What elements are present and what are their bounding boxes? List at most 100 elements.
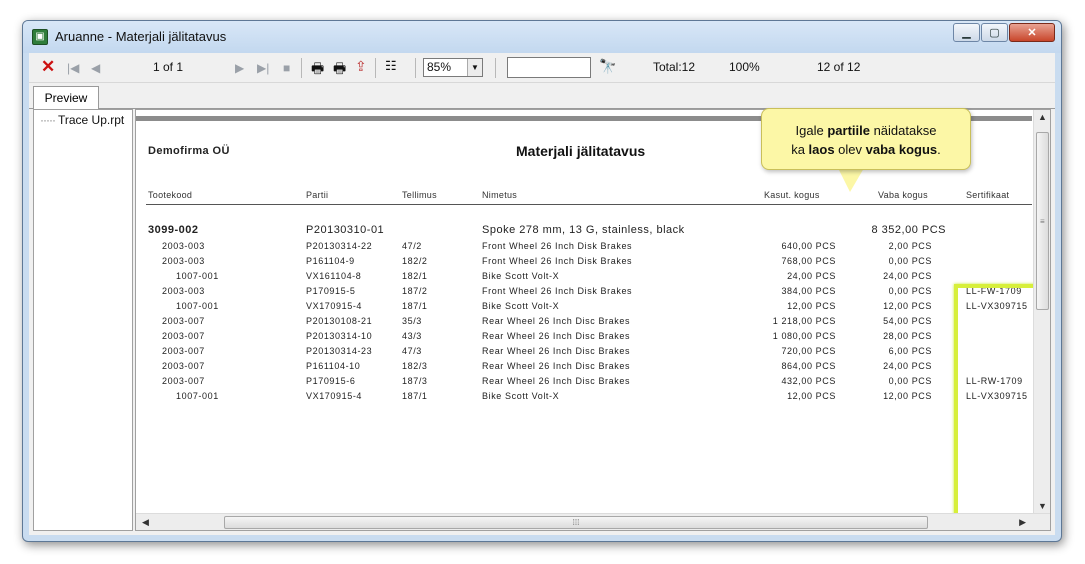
row-batch: P170915-6	[306, 376, 356, 386]
row-used-qty: 384,00 PCS	[781, 286, 836, 296]
row-batch: P20130108-21	[306, 316, 373, 326]
row-used-qty: 1 218,00 PCS	[772, 316, 836, 326]
last-page-icon: ▶|	[257, 61, 270, 75]
record-count: 12 of 12	[817, 60, 861, 74]
main-product-code: 3099-002	[148, 224, 199, 236]
row-name: Bike Scott Volt-X	[482, 301, 560, 311]
row-free-qty: 24,00 PCS	[883, 361, 932, 371]
row-free-qty: 0,00 PCS	[888, 286, 932, 296]
printer-icon: 🖶	[311, 60, 325, 76]
chevron-down-icon[interactable]: ▼	[467, 59, 482, 76]
stop-icon: ■	[283, 61, 291, 75]
row-product-code: 2003-007	[162, 376, 205, 386]
toolbar: ✕ |◀ ◀ 1 of 1 ▶ ▶| ■ 🖶 🖶 ⇪ ☷ 85% ▼ 🔭 Tot…	[29, 53, 1055, 83]
maximize-button[interactable]: ▢	[981, 23, 1008, 42]
row-order: 187/2	[402, 286, 428, 296]
row-batch: VX161104-8	[306, 271, 362, 281]
col-header-batch: Partii	[306, 190, 329, 200]
next-page-button[interactable]: ▶	[235, 61, 244, 75]
tab-bar: Preview	[29, 83, 1055, 110]
scroll-right-icon[interactable]: ▶	[1019, 517, 1026, 528]
first-page-button[interactable]: |◀	[67, 61, 79, 75]
row-batch: P161104-10	[306, 361, 361, 371]
tab-preview[interactable]: Preview	[33, 86, 99, 110]
stop-button[interactable]: ■	[283, 61, 290, 75]
row-batch: P170915-5	[306, 286, 356, 296]
horizontal-scrollbar[interactable]: ◀ ⁞⁞⁞ ▶	[136, 513, 1050, 530]
row-used-qty: 1 080,00 PCS	[772, 331, 836, 341]
app-icon: ▣	[32, 29, 48, 45]
last-page-button[interactable]: ▶|	[257, 61, 269, 75]
row-free-qty: 6,00 PCS	[888, 346, 932, 356]
scroll-up-icon[interactable]: ▲	[1038, 112, 1047, 122]
title-bar[interactable]: ▣ Aruanne - Materjali jälitatavus ▁ ▢ ✕	[23, 21, 1061, 53]
window-title: Aruanne - Materjali jälitatavus	[55, 29, 227, 44]
row-order: 182/1	[402, 271, 428, 281]
tree-toggle-icon: ☷	[385, 58, 397, 73]
main-name: Spoke 278 mm, 13 G, stainless, black	[482, 224, 685, 236]
vertical-scroll-thumb[interactable]: ≡	[1036, 132, 1049, 310]
row-used-qty: 720,00 PCS	[781, 346, 836, 356]
minimize-button[interactable]: ▁	[953, 23, 980, 42]
close-x-icon: ✕	[41, 57, 56, 76]
col-header-name: Nimetus	[482, 190, 518, 200]
row-batch: VX170915-4	[306, 391, 363, 401]
zoom-select[interactable]: 85% ▼	[423, 58, 483, 77]
row-name: Front Wheel 26 Inch Disk Brakes	[482, 256, 633, 266]
row-product-code: 1007-001	[176, 301, 219, 311]
find-button[interactable]: 🔭	[599, 58, 616, 75]
row-batch: VX170915-4	[306, 301, 363, 311]
page-info: 1 of 1	[153, 60, 184, 74]
row-order: 47/3	[402, 346, 422, 356]
binoculars-icon: 🔭	[599, 58, 617, 74]
scroll-down-icon[interactable]: ▼	[1038, 501, 1047, 511]
report-preview: Demofirma OÜ Materjali jälitatavus Toote…	[135, 109, 1051, 531]
print-setup-button[interactable]: 🖶	[333, 58, 346, 82]
report-title: Materjali jälitatavus	[516, 143, 646, 159]
row-product-code: 2003-003	[162, 256, 205, 266]
scroll-left-icon[interactable]: ◀	[142, 517, 149, 528]
row-product-code: 1007-001	[176, 391, 219, 401]
row-free-qty: 24,00 PCS	[883, 271, 932, 281]
prev-page-button[interactable]: ◀	[91, 61, 100, 75]
row-used-qty: 768,00 PCS	[781, 256, 836, 266]
row-used-qty: 640,00 PCS	[781, 241, 836, 251]
row-batch: P161104-9	[306, 256, 355, 266]
row-product-code: 2003-007	[162, 361, 205, 371]
row-batch: P20130314-22	[306, 241, 373, 251]
row-order: 43/3	[402, 331, 422, 341]
row-free-qty: 28,00 PCS	[883, 331, 932, 341]
tree-item-label: Trace Up.rpt	[57, 113, 125, 127]
tree-item-report[interactable]: ····· Trace Up.rpt	[40, 113, 124, 127]
next-page-icon: ▶	[235, 61, 245, 75]
prev-page-icon: ◀	[91, 61, 101, 75]
col-header-product: Tootekood	[148, 190, 193, 200]
col-header-cert: Sertifikaat	[966, 190, 1010, 200]
export-button[interactable]: ⇪	[355, 58, 367, 75]
group-tree: ····· Trace Up.rpt	[33, 109, 133, 531]
row-batch: P20130314-10	[306, 331, 373, 341]
export-icon: ⇪	[355, 58, 367, 74]
col-header-used: Kasut. kogus	[764, 190, 820, 200]
horizontal-scroll-thumb[interactable]: ⁞⁞⁞	[224, 516, 928, 529]
close-report-button[interactable]: ✕	[41, 57, 55, 77]
main-free-qty: 8 352,00 PCS	[871, 224, 946, 236]
row-order: 187/1	[402, 391, 428, 401]
close-window-button[interactable]: ✕	[1009, 23, 1055, 42]
col-header-free: Vaba kogus	[878, 190, 928, 200]
group-tree-button[interactable]: ☷	[385, 58, 397, 74]
maximize-icon: ▢	[989, 27, 1000, 39]
row-product-code: 2003-007	[162, 316, 205, 326]
row-used-qty: 12,00 PCS	[787, 391, 836, 401]
company-name: Demofirma OÜ	[148, 145, 230, 157]
row-order: 182/2	[402, 256, 428, 266]
vertical-scrollbar[interactable]: ▲ ≡ ▼	[1033, 110, 1050, 513]
row-order: 35/3	[402, 316, 422, 326]
print-button[interactable]: 🖶	[311, 58, 324, 82]
annotation-callout: Igale partiile näidatakse ka laos olev v…	[761, 108, 971, 170]
search-input[interactable]	[507, 57, 591, 78]
row-name: Rear Wheel 26 Inch Disc Brakes	[482, 376, 631, 386]
callout-tail	[838, 168, 864, 192]
row-product-code: 2003-007	[162, 331, 205, 341]
header-divider	[146, 204, 1032, 205]
